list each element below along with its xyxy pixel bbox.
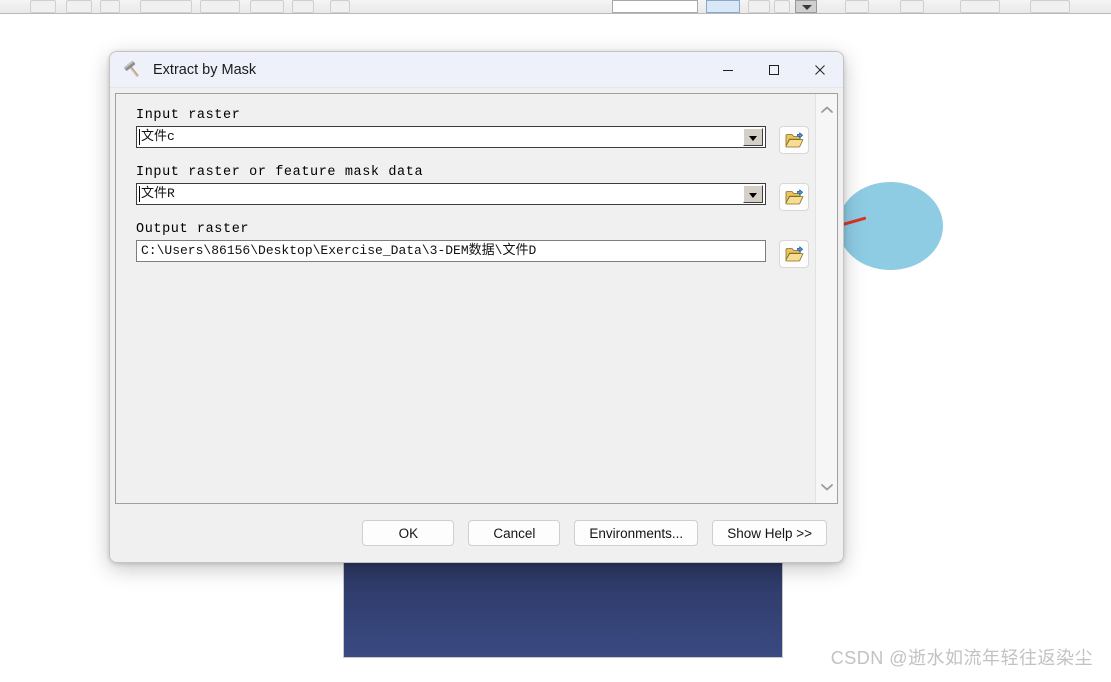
chevron-down-icon[interactable] <box>743 185 763 203</box>
toolbar-chip <box>960 0 1000 13</box>
browse-output-raster-button[interactable] <box>779 240 809 268</box>
toolbar-highlight <box>706 0 740 13</box>
field-row-input-raster: 文件c <box>136 126 809 154</box>
hammer-icon <box>124 60 139 77</box>
minimize-button[interactable] <box>705 52 751 88</box>
dialog-footer: OK Cancel Environments... Show Help >> <box>110 504 843 562</box>
close-icon <box>815 64 825 75</box>
parameters-panel: Input raster 文件c Input raster or feature… <box>116 94 815 503</box>
field-row-mask-data: 文件R <box>136 183 809 211</box>
show-help-button[interactable]: Show Help >> <box>712 520 827 546</box>
input-raster-combobox[interactable]: 文件c <box>136 126 766 148</box>
open-folder-add-icon <box>784 131 803 147</box>
map-navy-panel <box>343 561 783 658</box>
output-raster-input[interactable]: C:\Users\86156\Desktop\Exercise_Data\3-D… <box>136 240 766 262</box>
extract-by-mask-dialog: Extract by Mask Input raster 文件c Input r… <box>109 51 844 563</box>
toolbar-chip <box>748 0 770 13</box>
chevron-down-icon <box>820 484 833 491</box>
toolbar-chip <box>330 0 350 13</box>
toolbar-chip <box>200 0 240 13</box>
open-folder-add-icon <box>784 245 803 261</box>
toolbar-chip <box>1030 0 1070 13</box>
background-toolbar-strip <box>0 0 1111 14</box>
toolbar-chip <box>292 0 314 13</box>
chevron-up-icon <box>820 106 833 113</box>
window-controls <box>705 52 843 88</box>
cancel-button[interactable]: Cancel <box>468 520 561 546</box>
watermark-text: CSDN @逝水如流年轻往返染尘 <box>830 648 1093 668</box>
toolbar-chip <box>100 0 120 13</box>
field-label-input-raster: Input raster <box>136 108 241 123</box>
browse-mask-data-button[interactable] <box>779 183 809 211</box>
mask-data-value: 文件R <box>141 186 175 201</box>
toolbar-dropdown-arrow-icon <box>795 0 817 13</box>
toolbar-chip <box>30 0 56 13</box>
chevron-down-icon[interactable] <box>743 128 763 146</box>
output-raster-value: C:\Users\86156\Desktop\Exercise_Data\3-D… <box>141 243 537 258</box>
open-folder-add-icon <box>784 188 803 204</box>
toolbar-chip <box>250 0 284 13</box>
input-raster-value: 文件c <box>141 129 175 144</box>
dialog-vertical-scrollbar[interactable] <box>815 94 837 503</box>
text-caret <box>139 129 140 145</box>
field-row-output-raster: C:\Users\86156\Desktop\Exercise_Data\3-D… <box>136 240 809 268</box>
toolbar-chip <box>774 0 790 13</box>
dialog-title: Extract by Mask <box>153 61 257 78</box>
dialog-body: Input raster 文件c Input raster or feature… <box>115 93 838 504</box>
mask-data-combobox[interactable]: 文件R <box>136 183 766 205</box>
minimize-icon <box>723 69 733 71</box>
field-label-output-raster: Output raster <box>136 222 250 237</box>
toolbar-chip <box>140 0 192 13</box>
dialog-titlebar[interactable]: Extract by Mask <box>110 52 843 88</box>
scroll-down-button[interactable] <box>817 477 837 497</box>
screen: CSDN @逝水如流年轻往返染尘 Extract by Mask Input r… <box>0 0 1111 682</box>
browse-input-raster-button[interactable] <box>779 126 809 154</box>
field-output-raster: Output raster C:\Users\86156\Desktop\Exe… <box>136 222 809 268</box>
toolbar-chip <box>845 0 869 13</box>
field-label-mask-data: Input raster or feature mask data <box>136 165 424 180</box>
text-caret <box>139 186 140 202</box>
map-polygon <box>838 182 943 270</box>
toolbar-combo <box>612 0 698 13</box>
maximize-button[interactable] <box>751 52 797 88</box>
field-input-raster: Input raster 文件c <box>136 108 809 154</box>
toolbar-chip <box>900 0 924 13</box>
ok-button[interactable]: OK <box>362 520 455 546</box>
close-button[interactable] <box>797 52 843 88</box>
environments-button[interactable]: Environments... <box>574 520 699 546</box>
toolbar-chip <box>66 0 92 13</box>
field-mask-data: Input raster or feature mask data 文件R <box>136 165 809 211</box>
scroll-up-button[interactable] <box>817 100 837 120</box>
maximize-icon <box>769 64 779 75</box>
